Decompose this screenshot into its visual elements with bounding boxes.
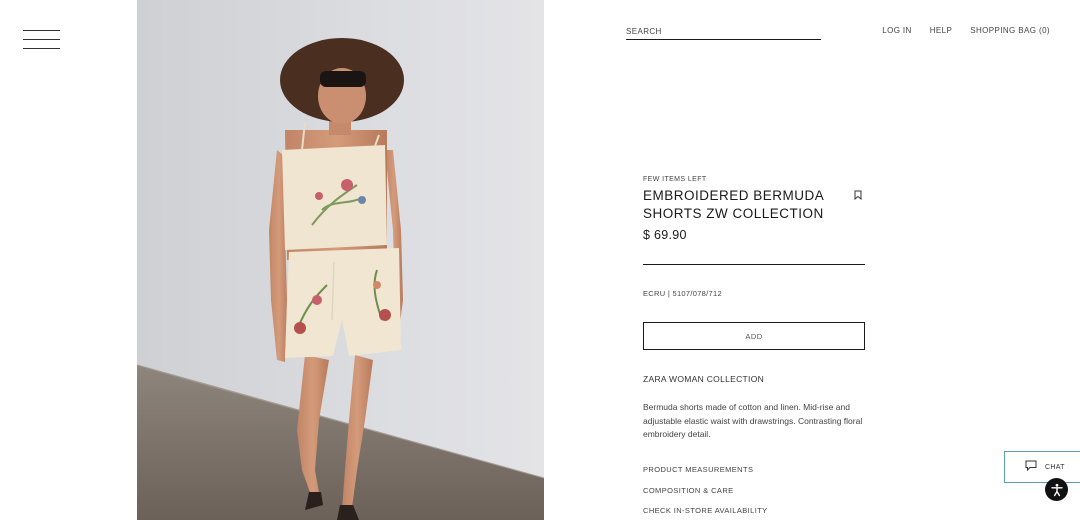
add-to-bag-button[interactable]: ADD bbox=[643, 322, 865, 350]
product-title-line-2: SHORTS ZW COLLECTION bbox=[643, 206, 824, 221]
menu-bar bbox=[23, 30, 60, 31]
chat-label: CHAT bbox=[1045, 463, 1065, 471]
composition-care-link[interactable]: COMPOSITION & CARE bbox=[643, 486, 734, 495]
shopping-bag-link[interactable]: SHOPPING BAG (0) bbox=[970, 26, 1050, 35]
menu-bar bbox=[23, 48, 60, 49]
chat-button[interactable]: CHAT bbox=[1004, 451, 1080, 483]
product-description: Bermuda shorts made of cotton and linen.… bbox=[643, 402, 863, 439]
search-field[interactable] bbox=[626, 21, 821, 40]
login-link[interactable]: LOG IN bbox=[882, 26, 912, 35]
top-navigation: LOG IN HELP SHOPPING BAG (0) bbox=[882, 26, 1050, 35]
stock-badge: FEW ITEMS LEFT bbox=[643, 176, 707, 183]
search-input[interactable] bbox=[626, 27, 821, 36]
accessibility-icon[interactable] bbox=[1045, 478, 1068, 501]
product-info: FEW ITEMS LEFT EMBROIDERED BERMUDA SHORT… bbox=[643, 176, 865, 515]
chat-bubble-icon bbox=[1025, 458, 1037, 476]
title-row: EMBROIDERED BERMUDA SHORTS ZW COLLECTION bbox=[643, 187, 865, 223]
bookmark-icon[interactable] bbox=[854, 187, 862, 205]
product-title-line-1: EMBROIDERED BERMUDA bbox=[643, 188, 825, 203]
product-image[interactable] bbox=[137, 0, 544, 520]
color-reference: ECRU | 5107/078/712 bbox=[643, 289, 722, 298]
menu-bar bbox=[23, 39, 60, 40]
product-measurements-link[interactable]: PRODUCT MEASUREMENTS bbox=[643, 465, 753, 474]
divider bbox=[643, 264, 865, 265]
store-availability-link[interactable]: CHECK IN-STORE AVAILABILITY bbox=[643, 506, 768, 515]
product-price: $ 69.90 bbox=[643, 228, 687, 242]
product-title: EMBROIDERED BERMUDA SHORTS ZW COLLECTION bbox=[643, 187, 833, 223]
hamburger-menu-icon[interactable] bbox=[23, 29, 61, 51]
help-link[interactable]: HELP bbox=[930, 26, 953, 35]
collection-name: ZARA WOMAN COLLECTION bbox=[643, 374, 765, 384]
